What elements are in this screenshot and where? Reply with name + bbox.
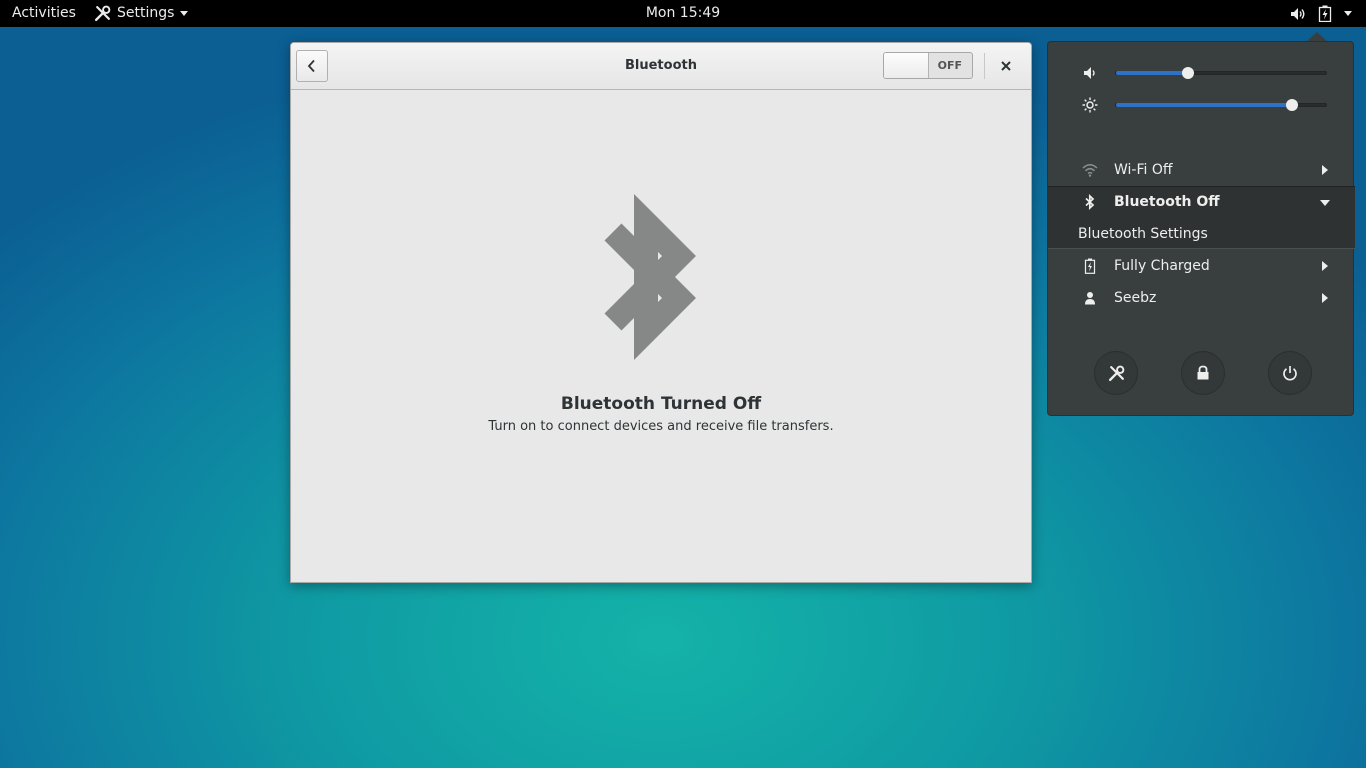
chevron-down-icon bbox=[180, 11, 189, 16]
settings-tools-icon bbox=[1108, 365, 1124, 381]
battery-charged-icon bbox=[1084, 258, 1096, 274]
header-bar: Bluetooth OFF bbox=[291, 43, 1031, 90]
menu-item-wifi[interactable]: Wi-Fi Off bbox=[1048, 154, 1355, 186]
back-arrow-icon bbox=[307, 59, 315, 73]
volume-low-icon bbox=[1084, 67, 1095, 79]
volume-icon bbox=[1291, 7, 1305, 20]
separator bbox=[984, 53, 985, 79]
power-button[interactable] bbox=[1268, 351, 1312, 395]
chevron-right-icon bbox=[1322, 165, 1328, 175]
settings-tools-icon bbox=[94, 5, 111, 22]
brightness-icon bbox=[1082, 97, 1098, 113]
menu-item-user[interactable]: Seebz bbox=[1048, 282, 1355, 314]
chevron-right-icon bbox=[1322, 293, 1328, 303]
brightness-fill bbox=[1116, 103, 1292, 107]
power-icon bbox=[1283, 366, 1297, 381]
lock-button[interactable] bbox=[1181, 351, 1225, 395]
system-status-menu: Wi-Fi Off Bluetooth Off Bluetooth Settin… bbox=[1047, 41, 1355, 416]
clock[interactable]: Mon 15:49 bbox=[646, 5, 720, 21]
wifi-label: Wi-Fi Off bbox=[1114, 162, 1173, 178]
bluetooth-settings-label: Bluetooth Settings bbox=[1078, 226, 1208, 242]
app-menu-button[interactable]: Settings bbox=[94, 0, 189, 27]
wifi-icon bbox=[1082, 164, 1098, 177]
chevron-down-icon bbox=[1320, 200, 1330, 206]
top-bar: Activities Settings Mon 15:49 bbox=[0, 0, 1366, 27]
app-menu-label: Settings bbox=[117, 5, 175, 21]
brightness-slider[interactable] bbox=[1115, 99, 1327, 111]
user-icon bbox=[1085, 292, 1095, 305]
brightness-slider-handle[interactable] bbox=[1285, 99, 1298, 111]
volume-fill bbox=[1116, 71, 1189, 75]
battery-label: Fully Charged bbox=[1114, 258, 1210, 274]
status-area-button[interactable] bbox=[1280, 0, 1352, 27]
menu-item-bluetooth[interactable]: Bluetooth Off bbox=[1048, 186, 1355, 218]
activities-button[interactable]: Activities bbox=[12, 0, 76, 27]
volume-slider[interactable] bbox=[1115, 67, 1327, 79]
toggle-state-label: OFF bbox=[937, 59, 962, 72]
lock-icon bbox=[1197, 365, 1209, 380]
volume-slider-handle[interactable] bbox=[1182, 67, 1195, 79]
empty-state-panel: Bluetooth Turned Off Turn on to connect … bbox=[291, 90, 1031, 582]
empty-state-subtitle: Turn on to connect devices and receive f… bbox=[488, 419, 834, 434]
close-button[interactable] bbox=[994, 54, 1018, 78]
battery-icon bbox=[1318, 5, 1332, 22]
settings-button[interactable] bbox=[1094, 351, 1138, 395]
empty-state-title: Bluetooth Turned Off bbox=[560, 394, 762, 414]
volume-slider-row bbox=[1048, 61, 1355, 85]
menu-item-battery[interactable]: Fully Charged bbox=[1048, 250, 1355, 282]
bluetooth-icon bbox=[604, 194, 696, 360]
chevron-right-icon bbox=[1322, 261, 1328, 271]
menu-item-bluetooth-settings[interactable]: Bluetooth Settings bbox=[1048, 218, 1355, 250]
brightness-slider-row bbox=[1048, 93, 1355, 117]
back-button[interactable] bbox=[296, 50, 328, 82]
toggle-knob bbox=[884, 53, 929, 78]
bluetooth-small-icon bbox=[1085, 194, 1095, 210]
bluetooth-toggle[interactable]: OFF bbox=[883, 52, 973, 79]
bluetooth-label: Bluetooth Off bbox=[1114, 194, 1220, 210]
close-icon bbox=[1001, 61, 1011, 71]
chevron-down-icon bbox=[1344, 11, 1352, 16]
bluetooth-settings-window: Bluetooth OFF Bluetooth Turned Off Turn … bbox=[290, 42, 1032, 583]
user-label: Seebz bbox=[1114, 290, 1157, 306]
